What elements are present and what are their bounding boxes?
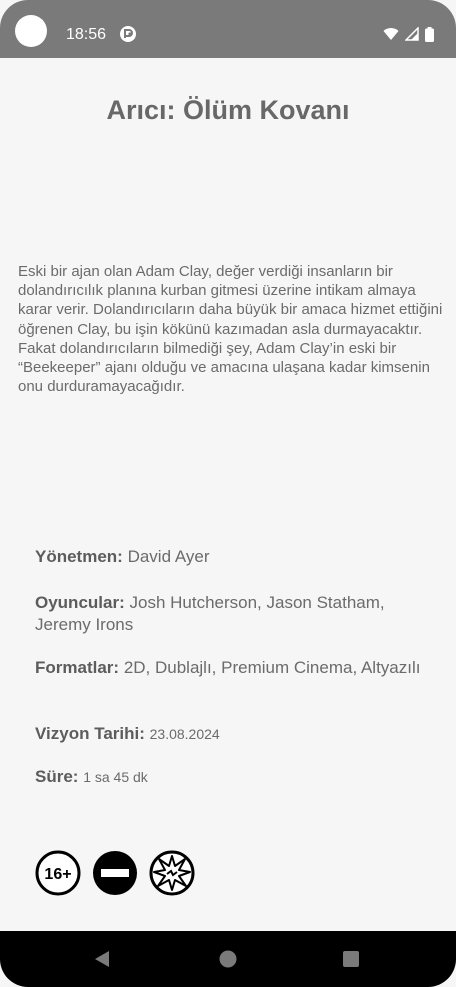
duration-row: Süre: 1 sa 45 dk	[35, 766, 148, 788]
navigation-bar	[0, 931, 456, 987]
recents-icon	[343, 951, 359, 967]
status-indicators	[383, 25, 434, 43]
movie-synopsis: Eski bir ajan olan Adam Clay, değer verd…	[18, 263, 443, 396]
camera-cutout	[15, 15, 47, 47]
home-button[interactable]	[198, 931, 258, 987]
duration-label: Süre:	[35, 767, 79, 786]
release-date-row: Vizyon Tarihi: 23.08.2024	[35, 723, 220, 745]
movie-title: Arıcı: Ölüm Kovanı	[106, 95, 350, 125]
battery-icon	[425, 26, 434, 42]
status-time: 18:56	[66, 26, 107, 43]
formats-row: Formatlar: 2D, Dublajlı, Premium Cinema,…	[35, 657, 425, 679]
no-entry-icon	[93, 851, 137, 895]
status-bar: 18:56	[0, 0, 456, 58]
cast-row: Oyuncular: Josh Hutcherson, Jason Statha…	[35, 592, 425, 636]
formats-value: 2D, Dublajlı, Premium Cinema, Altyazılı	[123, 658, 421, 677]
age-16-plus-text: 16+	[44, 866, 71, 883]
wifi-icon	[383, 28, 399, 40]
release-date-label: Vizyon Tarihi:	[35, 724, 145, 743]
home-icon	[219, 950, 237, 968]
app-notification-icon	[120, 26, 136, 42]
duration-value: 1 sa 45 dk	[83, 769, 148, 785]
cast-label: Oyuncular:	[35, 593, 125, 612]
release-date-value: 23.08.2024	[149, 726, 220, 742]
rating-badges: 16+	[35, 850, 195, 896]
director-row: Yönetmen: David Ayer	[35, 546, 209, 568]
back-icon	[95, 951, 109, 967]
recents-button[interactable]	[321, 931, 381, 987]
formats-label: Formatlar:	[35, 658, 120, 677]
director-label: Yönetmen:	[35, 547, 123, 566]
age-16-plus-icon: 16+	[35, 850, 81, 896]
cellular-signal-icon	[405, 27, 419, 41]
director-value: David Ayer	[127, 547, 210, 566]
back-button[interactable]	[72, 931, 132, 987]
violence-icon	[149, 850, 195, 896]
